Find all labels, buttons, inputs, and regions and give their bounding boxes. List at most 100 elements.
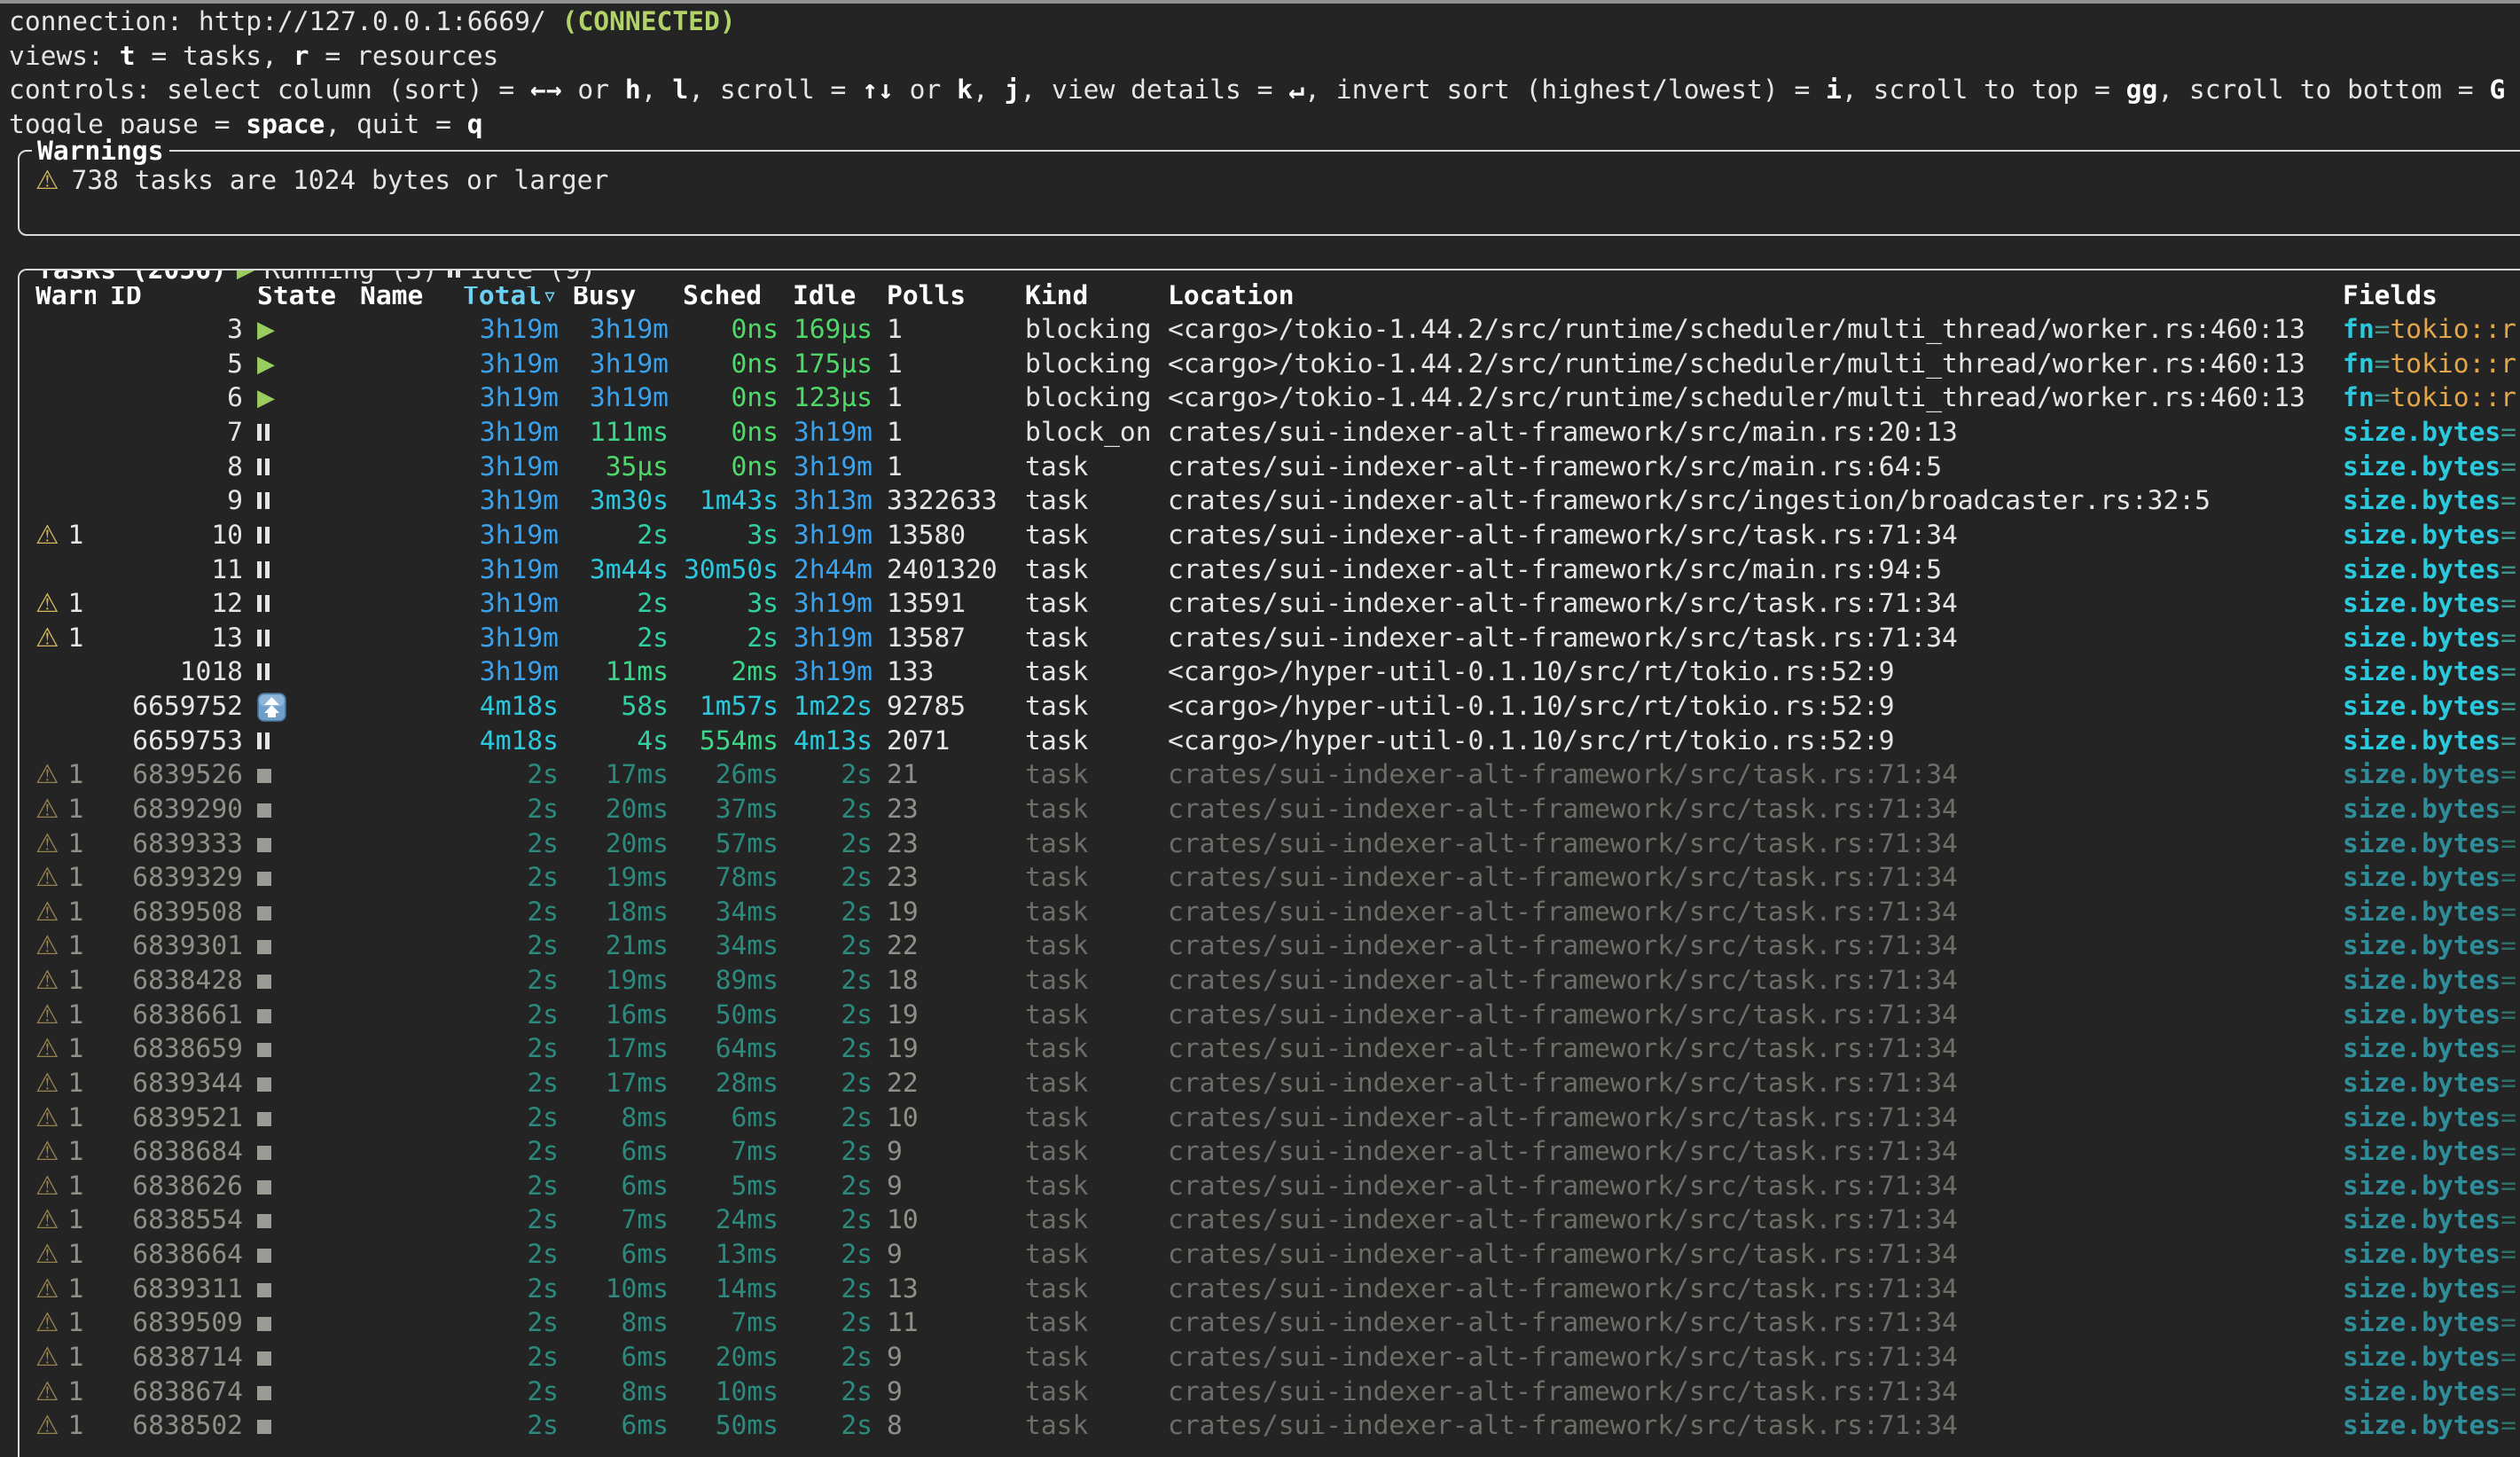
task-busy-cell: 58s	[573, 689, 669, 724]
completed-state-icon	[257, 1351, 271, 1366]
field-name: size.bytes	[2343, 520, 2500, 550]
task-row[interactable]: ⚠168393112s10ms14ms2s13taskcrates/sui-in…	[20, 1272, 2520, 1306]
key-hint: ←→	[530, 74, 562, 105]
task-busy-cell: 2s	[573, 586, 669, 621]
field-equals: =	[2500, 828, 2516, 858]
completed-state-icon	[257, 1009, 271, 1023]
task-warn-cell: ⚠1	[35, 1134, 96, 1169]
field-name: size.bytes	[2343, 897, 2500, 927]
task-row[interactable]: ⚠168386262s6ms5ms2s9taskcrates/sui-index…	[20, 1169, 2520, 1203]
task-idle-cell: 2s	[793, 1066, 873, 1101]
task-warn-cell: ⚠1	[35, 963, 96, 998]
task-row[interactable]: 113h19m3m44s30m50s2h44m2401320taskcrates…	[20, 552, 2520, 587]
column-header-idle[interactable]: Idle	[793, 278, 873, 313]
task-kind-cell: task	[1025, 724, 1154, 758]
task-row[interactable]: 6▶3h19m3h19m0ns123µs1blocking<cargo>/tok…	[20, 380, 2520, 415]
task-row[interactable]: ⚠168386592s17ms64ms2s19taskcrates/sui-in…	[20, 1031, 2520, 1066]
warning-count: 1	[68, 1342, 84, 1372]
task-row[interactable]: ⚠168393292s19ms78ms2s23taskcrates/sui-in…	[20, 860, 2520, 895]
task-id-cell: 5	[110, 347, 243, 381]
task-row[interactable]: ⚠168392902s20ms37ms2s23taskcrates/sui-in…	[20, 792, 2520, 826]
terminal: connection: http://127.0.0.1:6669/ (CONN…	[0, 4, 2520, 1457]
task-row[interactable]: ⚠168393332s20ms57ms2s23taskcrates/sui-in…	[20, 826, 2520, 861]
task-id-cell: 6839329	[110, 860, 243, 895]
field-equals: =	[2500, 1102, 2516, 1132]
task-sched-cell: 50ms	[683, 998, 779, 1032]
task-location-cell: crates/sui-indexer-alt-framework/src/tas…	[1168, 621, 2328, 655]
task-polls-cell: 1	[887, 312, 1011, 347]
task-warn-cell: ⚠1	[35, 1340, 96, 1375]
running-state-icon: ▶	[257, 385, 275, 411]
task-row[interactable]: ⚠1123h19m2s3s3h19m13591taskcrates/sui-in…	[20, 586, 2520, 621]
task-row[interactable]: ⚠168386742s8ms10ms2s9taskcrates/sui-inde…	[20, 1375, 2520, 1409]
task-row[interactable]: ⚠1133h19m2s2s3h19m13587taskcrates/sui-in…	[20, 621, 2520, 655]
task-idle-cell: 2s	[793, 1237, 873, 1272]
task-location-cell: crates/sui-indexer-alt-framework/src/tas…	[1168, 1375, 2328, 1409]
task-row[interactable]: ⚠168387142s6ms20ms2s9taskcrates/sui-inde…	[20, 1340, 2520, 1375]
key-hint: r	[293, 41, 309, 71]
task-row[interactable]: 5▶3h19m3h19m0ns175µs1blocking<cargo>/tok…	[20, 347, 2520, 381]
connection-line: connection: http://127.0.0.1:6669/ (CONN…	[9, 4, 2520, 39]
task-row[interactable]: ⚠168395082s18ms34ms2s19taskcrates/sui-in…	[20, 895, 2520, 929]
task-row[interactable]: ⚠168385022s6ms50ms2s8taskcrates/sui-inde…	[20, 1408, 2520, 1443]
task-row[interactable]: ⚠1103h19m2s3s3h19m13580taskcrates/sui-in…	[20, 518, 2520, 552]
task-polls-cell: 19	[887, 895, 1011, 929]
task-warn-cell: ⚠1	[35, 998, 96, 1032]
task-row[interactable]: 73h19m111ms0ns3h19m1block_oncrates/sui-i…	[20, 415, 2520, 450]
connection-label: connection:	[9, 6, 183, 36]
task-warn-cell: ⚠1	[35, 586, 96, 621]
warning-count: 1	[68, 1273, 84, 1304]
task-row[interactable]: ⚠168395212s8ms6ms2s10taskcrates/sui-inde…	[20, 1101, 2520, 1135]
task-row[interactable]: ⚠168393012s21ms34ms2s22taskcrates/sui-in…	[20, 928, 2520, 963]
task-warn-cell: ⚠1	[35, 1202, 96, 1237]
column-header-fields[interactable]: Fields	[2343, 278, 2520, 313]
task-idle-cell: 2h44m	[793, 552, 873, 587]
task-fields-cell: size.bytes=	[2343, 826, 2520, 861]
field-equals: =	[2500, 485, 2516, 515]
task-row[interactable]: ⚠168395092s8ms7ms2s11taskcrates/sui-inde…	[20, 1305, 2520, 1340]
task-id-cell: 9	[110, 483, 243, 518]
task-kind-cell: blocking	[1025, 347, 1154, 381]
task-row[interactable]: ⚠168395262s17ms26ms2s21taskcrates/sui-in…	[20, 757, 2520, 792]
task-row[interactable]: 66597524m18s58s1m57s1m22s92785task<cargo…	[20, 689, 2520, 724]
column-header-sched[interactable]: Sched	[683, 278, 779, 313]
warning-count: 1	[68, 1068, 84, 1098]
task-fields-cell: size.bytes=	[2343, 518, 2520, 552]
column-header-kind[interactable]: Kind	[1025, 278, 1154, 313]
column-header-location[interactable]: Location	[1168, 278, 2328, 313]
task-kind-cell: task	[1025, 792, 1154, 826]
task-location-cell: crates/sui-indexer-alt-framework/src/mai…	[1168, 552, 2328, 587]
task-row[interactable]: ⚠168393442s17ms28ms2s22taskcrates/sui-in…	[20, 1066, 2520, 1101]
task-busy-cell: 18ms	[573, 895, 669, 929]
task-row[interactable]: ⚠168386842s6ms7ms2s9taskcrates/sui-index…	[20, 1134, 2520, 1169]
warning-count: 1	[68, 1171, 84, 1201]
completed-state-icon	[257, 1249, 271, 1263]
task-idle-cell: 2s	[793, 963, 873, 998]
help-text: or	[894, 74, 957, 105]
task-idle-cell: 2s	[793, 1134, 873, 1169]
task-row[interactable]: 93h19m3m30s1m43s3h13m3322633taskcrates/s…	[20, 483, 2520, 518]
task-id-cell: 6839521	[110, 1101, 243, 1135]
task-row[interactable]: ⚠168385542s7ms24ms2s10taskcrates/sui-ind…	[20, 1202, 2520, 1237]
column-header-polls[interactable]: Polls	[887, 278, 1011, 313]
key-hint: l	[672, 74, 688, 105]
task-warn-cell: ⚠1	[35, 1408, 96, 1443]
task-row[interactable]: ⚠168386642s6ms13ms2s9taskcrates/sui-inde…	[20, 1237, 2520, 1272]
field-name: fn	[2343, 314, 2375, 344]
task-warn-cell: ⚠1	[35, 1169, 96, 1203]
task-row[interactable]: ⚠168386612s16ms50ms2s19taskcrates/sui-in…	[20, 998, 2520, 1032]
task-fields-cell: size.bytes=	[2343, 1169, 2520, 1203]
task-row[interactable]: 66597534m18s4s554ms4m13s2071task<cargo>/…	[20, 724, 2520, 758]
task-row[interactable]: 10183h19m11ms2ms3h19m133task<cargo>/hype…	[20, 654, 2520, 689]
field-equals: =	[2375, 349, 2391, 379]
task-total-cell: 4m18s	[463, 689, 559, 724]
task-kind-cell: task	[1025, 1305, 1154, 1340]
field-equals: =	[2500, 1033, 2516, 1063]
task-row[interactable]: 3▶3h19m3h19m0ns169µs1blocking<cargo>/tok…	[20, 312, 2520, 347]
task-row[interactable]: 83h19m35µs0ns3h19m1taskcrates/sui-indexe…	[20, 450, 2520, 484]
task-row[interactable]: ⚠168384282s19ms89ms2s18taskcrates/sui-in…	[20, 963, 2520, 998]
key-hint: q	[467, 109, 483, 139]
task-id-cell: 6838714	[110, 1340, 243, 1375]
task-total-cell: 3h19m	[463, 347, 559, 381]
task-location-cell: crates/sui-indexer-alt-framework/src/tas…	[1168, 1237, 2328, 1272]
